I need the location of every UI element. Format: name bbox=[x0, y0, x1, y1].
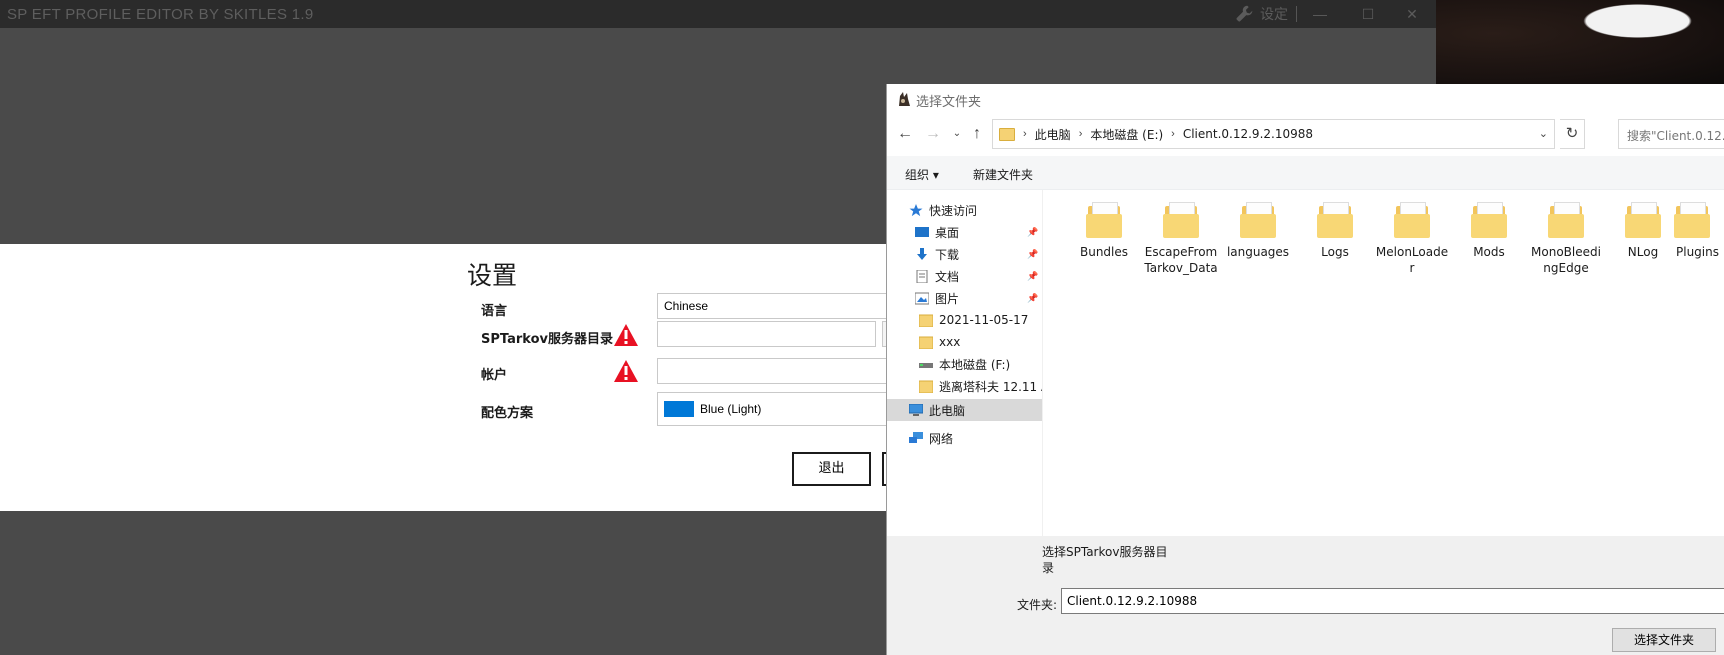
app-title: SP EFT PROFILE EDITOR BY SKITLES 1.9 bbox=[7, 6, 314, 23]
folder-item[interactable]: Plugins bbox=[1664, 200, 1724, 260]
chevron-right-icon: › bbox=[1171, 128, 1175, 140]
folder-label: 文件夹: bbox=[1017, 598, 1058, 612]
folder-item[interactable]: Mods bbox=[1451, 200, 1527, 260]
folder-icon bbox=[1238, 200, 1278, 240]
color-scheme-label: 配色方案 bbox=[481, 406, 534, 421]
back-arrow-icon[interactable]: ← bbox=[895, 124, 915, 144]
folder-input[interactable]: Client.0.12.9.2.10988 bbox=[1061, 588, 1724, 614]
nav-item-this-pc[interactable]: 此电脑 bbox=[887, 399, 1042, 421]
navigation-bar: ← → ⌄ ↑ › 此电脑 › 本地磁盘 (E:) › Client.0.12.… bbox=[887, 114, 1724, 156]
dialog-titlebar: 选择文件夹 bbox=[887, 84, 1724, 114]
server-dir-input[interactable] bbox=[657, 321, 876, 347]
download-icon bbox=[917, 247, 927, 260]
folder-icon bbox=[1672, 200, 1712, 240]
nav-item-quick-access[interactable]: 快速访问 bbox=[909, 199, 977, 221]
warning-icon bbox=[614, 324, 638, 346]
dialog-description: 选择SPTarkov服务器目录 bbox=[1042, 545, 1168, 575]
folder-icon bbox=[919, 336, 933, 349]
picture-icon bbox=[915, 292, 929, 304]
language-select[interactable]: Chinese bbox=[657, 293, 892, 319]
nav-item-downloads[interactable]: 下载 bbox=[915, 243, 959, 265]
dialog-title: 选择文件夹 bbox=[916, 95, 982, 110]
breadcrumb-item[interactable]: 此电脑 bbox=[1035, 126, 1071, 143]
folder-icon bbox=[999, 127, 1015, 141]
drive-icon bbox=[919, 362, 933, 368]
chevron-down-icon[interactable]: ⌄ bbox=[1539, 127, 1548, 140]
chevron-right-icon: › bbox=[1078, 128, 1083, 140]
folder-item[interactable]: MelonLoader bbox=[1374, 200, 1450, 276]
forward-arrow-icon[interactable]: → bbox=[923, 124, 943, 144]
desktop-icon bbox=[915, 226, 929, 237]
command-bar: 组织 ▾ 新建文件夹 bbox=[887, 156, 1724, 190]
address-bar[interactable]: › 此电脑 › 本地磁盘 (E:) › Client.0.12.9.2.1098… bbox=[992, 119, 1555, 149]
folder-item[interactable]: Logs bbox=[1297, 200, 1373, 260]
nav-item-desktop[interactable]: 桌面 bbox=[915, 221, 959, 243]
nav-item-documents[interactable]: 文档 bbox=[915, 265, 959, 287]
color-scheme-select[interactable]: Blue (Light) bbox=[657, 392, 892, 426]
nav-item-drive-f[interactable]: 本地磁盘 (F:) bbox=[919, 353, 1010, 375]
background-photo bbox=[1436, 0, 1724, 84]
up-arrow-icon[interactable]: ↑ bbox=[967, 124, 987, 144]
star-icon bbox=[909, 203, 923, 216]
folder-item[interactable]: MonoBleedingEdge bbox=[1528, 200, 1604, 276]
chevron-right-icon: › bbox=[1023, 128, 1027, 140]
breadcrumb-item[interactable]: Client.0.12.9.2.10988 bbox=[1183, 127, 1313, 141]
folder-item[interactable]: Bundles bbox=[1066, 200, 1142, 260]
folder-item[interactable]: languages bbox=[1220, 200, 1296, 260]
folder-icon bbox=[1315, 200, 1355, 240]
account-label: 帐户 bbox=[481, 368, 508, 383]
breadcrumb-item[interactable]: 本地磁盘 (E:) bbox=[1090, 126, 1163, 143]
select-folder-button[interactable]: 选择文件夹 bbox=[1612, 628, 1716, 652]
folder-icon bbox=[1161, 200, 1201, 240]
document-icon bbox=[916, 269, 928, 283]
minimize-button[interactable]: — bbox=[1310, 4, 1330, 24]
account-select[interactable] bbox=[657, 358, 892, 384]
refresh-icon[interactable]: ↻ bbox=[1560, 119, 1585, 149]
new-folder-button[interactable]: 新建文件夹 bbox=[973, 166, 1033, 183]
chevron-down-icon[interactable]: ⌄ bbox=[947, 124, 967, 144]
folder-icon bbox=[1469, 200, 1509, 240]
folder-picker-dialog: 选择文件夹 ← → ⌄ ↑ › 此电脑 › 本地磁盘 (E:) › Client… bbox=[886, 84, 1724, 655]
folder-icon bbox=[1623, 200, 1663, 240]
settings-title: 设置 bbox=[467, 261, 518, 290]
folder-icon bbox=[919, 314, 933, 327]
settings-label: 设定 bbox=[1260, 6, 1288, 22]
color-swatch bbox=[664, 401, 694, 417]
pin-icon[interactable]: 📌 bbox=[1027, 293, 1038, 303]
folder-item[interactable]: EscapeFromTarkov_Data bbox=[1143, 200, 1219, 276]
nav-item-network[interactable]: 网络 bbox=[909, 427, 953, 449]
nav-item-folder[interactable]: xxx bbox=[919, 331, 960, 353]
computer-icon bbox=[909, 403, 923, 416]
titlebar-divider bbox=[1296, 6, 1297, 22]
search-input[interactable]: 搜索"Client.0.12.9 bbox=[1618, 119, 1724, 149]
folder-icon bbox=[1392, 200, 1432, 240]
maximize-button[interactable]: ☐ bbox=[1358, 4, 1378, 24]
dialog-footer: 选择SPTarkov服务器目录 文件夹: Client.0.12.9.2.109… bbox=[887, 536, 1724, 655]
organize-menu[interactable]: 组织 ▾ bbox=[905, 166, 939, 183]
wrench-icon bbox=[1236, 5, 1253, 22]
folder-icon bbox=[919, 380, 933, 393]
exit-button[interactable]: 退出 bbox=[792, 452, 871, 486]
pin-icon[interactable]: 📌 bbox=[1027, 227, 1038, 237]
pin-icon[interactable]: 📌 bbox=[1027, 249, 1038, 259]
app-icon bbox=[899, 92, 910, 106]
nav-item-pictures[interactable]: 图片 bbox=[915, 287, 959, 309]
language-label: 语言 bbox=[481, 304, 508, 319]
color-scheme-value: Blue (Light) bbox=[700, 402, 762, 416]
close-button[interactable]: ✕ bbox=[1402, 4, 1422, 24]
folder-icon bbox=[1546, 200, 1586, 240]
warning-icon bbox=[614, 360, 638, 382]
app-titlebar: SP EFT PROFILE EDITOR BY SKITLES 1.9 设定 … bbox=[0, 0, 1436, 28]
network-icon bbox=[909, 431, 923, 443]
nav-item-folder[interactable]: 2021-11-05-17 bbox=[919, 309, 1028, 331]
folder-icon bbox=[1084, 200, 1124, 240]
pin-icon[interactable]: 📌 bbox=[1027, 271, 1038, 281]
nav-item-folder[interactable]: 逃离塔科夫 12.11 A bbox=[919, 375, 1042, 397]
server-dir-label: SPTarkov服务器目录 bbox=[481, 332, 613, 347]
